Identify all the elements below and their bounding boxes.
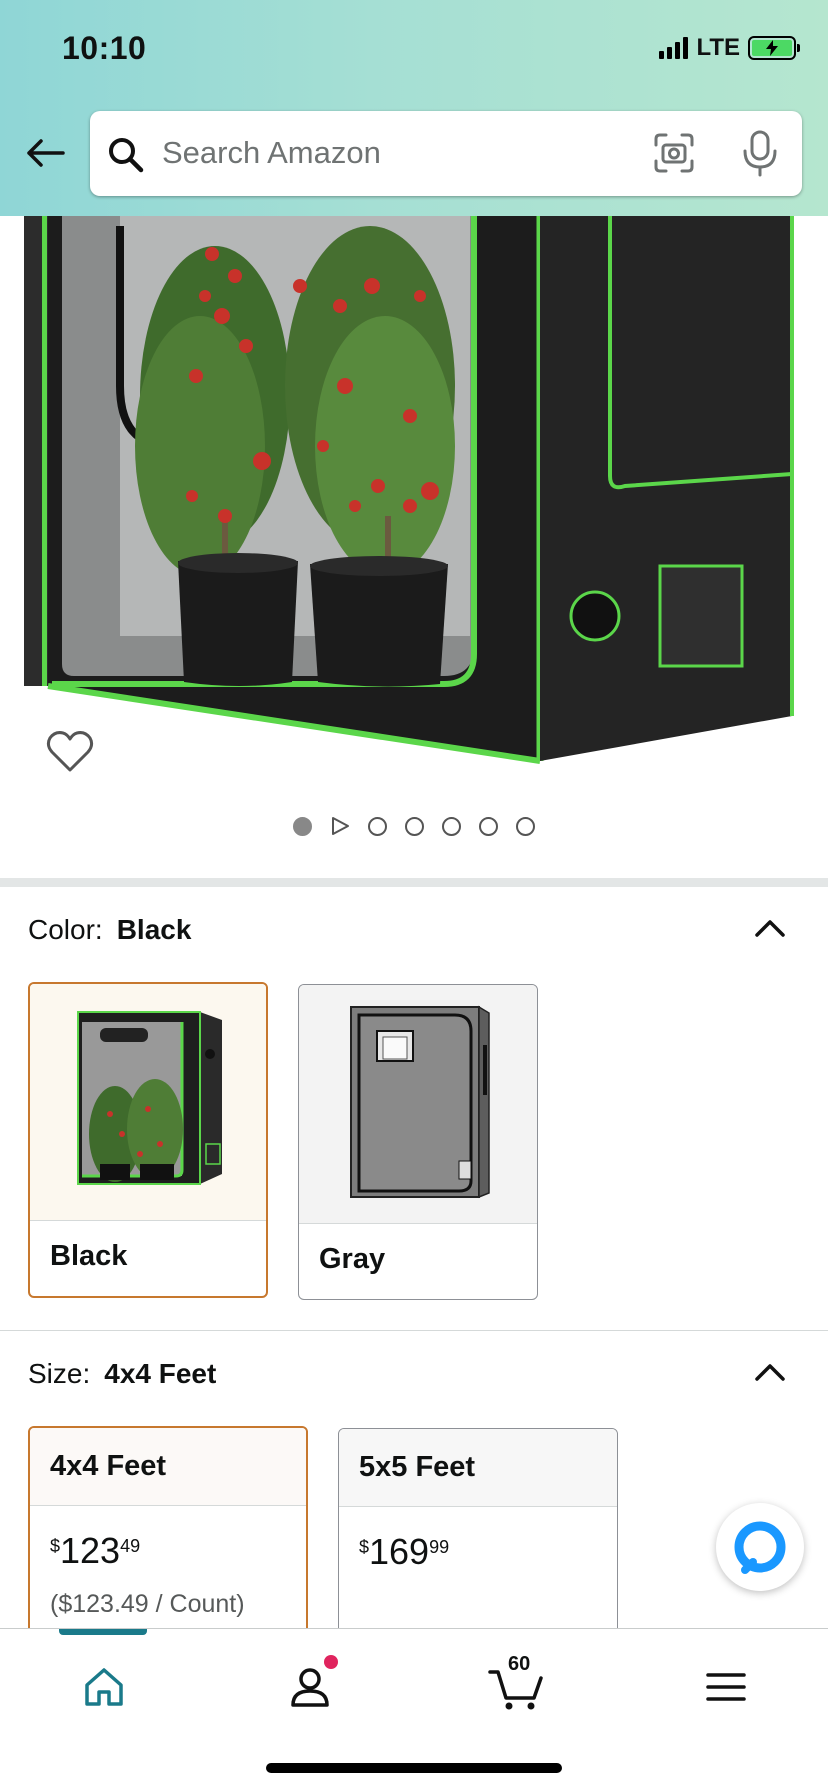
- price: $123 49: [50, 1532, 140, 1570]
- search-input[interactable]: [162, 129, 642, 177]
- color-option-gray[interactable]: Gray: [298, 984, 538, 1300]
- black-tent-thumbnail: [77, 1011, 222, 1185]
- swatch-separator: [30, 1220, 266, 1221]
- price-whole: 123: [60, 1530, 121, 1571]
- price-fraction: 49: [120, 1536, 141, 1556]
- alexa-button[interactable]: [716, 1503, 804, 1591]
- size-key: Size:: [28, 1358, 91, 1389]
- arrow-left-icon: [27, 139, 65, 167]
- color-thumbnail: [30, 984, 266, 1220]
- notification-dot: [324, 1655, 338, 1669]
- image-carousel-dots[interactable]: [0, 816, 828, 836]
- section-divider: [0, 1330, 828, 1331]
- swatch-separator: [299, 1223, 537, 1224]
- unit-price: ($123.49 / Count): [50, 1590, 245, 1618]
- grow-tent-image: [0, 216, 828, 778]
- back-button[interactable]: [22, 130, 68, 176]
- video-play-icon[interactable]: [330, 816, 350, 836]
- status-indicators: LTE: [659, 34, 800, 62]
- status-time: 10:10: [62, 30, 147, 66]
- nav-home[interactable]: [74, 1657, 134, 1717]
- nav-cart[interactable]: 60: [486, 1653, 546, 1717]
- price: $169 99: [359, 1533, 449, 1571]
- carousel-dot[interactable]: [368, 816, 387, 836]
- camera-scan-icon[interactable]: [652, 131, 696, 175]
- product-image[interactable]: [0, 216, 828, 778]
- account-icon: [291, 1668, 329, 1707]
- color-label: Color: Black: [28, 914, 191, 946]
- size-selected-value: 4x4 Feet: [104, 1358, 217, 1389]
- search-bar[interactable]: [90, 111, 802, 196]
- carousel-dot[interactable]: [516, 816, 535, 836]
- color-thumbnail: [299, 985, 537, 1223]
- nav-menu[interactable]: [696, 1657, 756, 1717]
- carousel-dot[interactable]: [293, 816, 312, 836]
- nav-account[interactable]: [280, 1655, 340, 1717]
- signal-icon: [659, 37, 689, 59]
- price-currency: $: [50, 1536, 61, 1556]
- menu-icon: [706, 1673, 746, 1701]
- size-label: Size: 4x4 Feet: [28, 1358, 216, 1390]
- carousel-dot[interactable]: [405, 816, 424, 836]
- alexa-icon: [734, 1521, 786, 1574]
- color-key: Color:: [28, 914, 103, 945]
- home-indicator: [266, 1763, 562, 1773]
- cart-count: 60: [508, 1653, 531, 1675]
- size-option-label: 4x4 Feet: [50, 1450, 167, 1482]
- app-header: 10:10 LTE: [0, 0, 828, 216]
- home-icon: [85, 1668, 123, 1706]
- microphone-icon[interactable]: [740, 129, 780, 177]
- active-tab-indicator: [59, 1629, 147, 1635]
- heart-icon: [46, 731, 94, 772]
- chevron-up-icon[interactable]: [752, 1360, 788, 1384]
- size-option-header: 4x4 Feet: [30, 1428, 306, 1506]
- color-selected-value: Black: [116, 914, 192, 945]
- carousel-dot[interactable]: [442, 816, 461, 836]
- section-divider: [0, 878, 828, 887]
- color-option-label: Black: [50, 1240, 128, 1272]
- price-fraction: 99: [429, 1537, 450, 1557]
- carousel-dot[interactable]: [479, 816, 498, 836]
- price-whole: 169: [369, 1531, 430, 1572]
- battery-icon: [748, 36, 800, 60]
- color-option-label: Gray: [319, 1243, 386, 1275]
- chevron-up-icon[interactable]: [752, 916, 788, 940]
- gray-tent-thumbnail: [350, 1005, 490, 1199]
- size-option-label: 5x5 Feet: [359, 1451, 476, 1483]
- network-label: LTE: [696, 34, 740, 61]
- color-option-black[interactable]: Black: [28, 982, 268, 1298]
- size-option-header: 5x5 Feet: [339, 1429, 617, 1507]
- search-icon: [109, 138, 144, 173]
- price-currency: $: [359, 1537, 370, 1557]
